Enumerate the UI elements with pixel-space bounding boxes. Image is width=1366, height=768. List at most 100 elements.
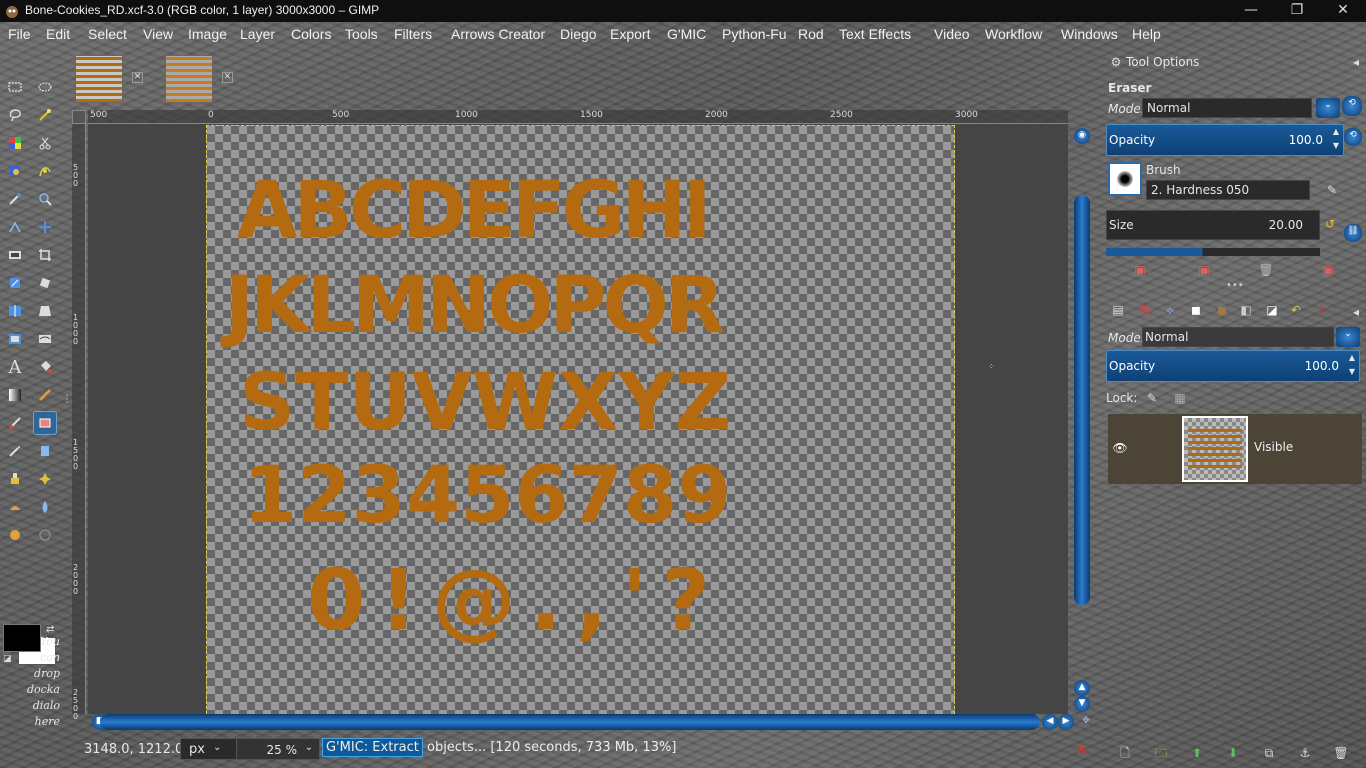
menu-python-fu[interactable]: Python-Fu (722, 26, 787, 42)
heal-icon[interactable] (33, 467, 57, 491)
brush-name-field[interactable]: 2. Hardness 050 (1146, 180, 1310, 200)
menu-file[interactable]: File (8, 26, 31, 42)
layer-thumbnail[interactable] (1182, 416, 1248, 482)
flip-icon[interactable] (3, 299, 27, 323)
dock-grip-icon[interactable]: ••• (1226, 280, 1244, 291)
maximize-button[interactable]: ❐ (1274, 0, 1320, 22)
text-icon[interactable]: A (3, 355, 27, 379)
blur-icon[interactable] (3, 523, 27, 547)
lower-layer-icon[interactable]: ⬇ (1224, 744, 1242, 762)
stepper-down-icon[interactable]: ▼ (1349, 367, 1355, 376)
menu-diego[interactable]: Diego (560, 26, 597, 42)
image-tab-thumbnail[interactable] (165, 55, 213, 103)
chevron-down-icon[interactable]: ⌄ (1336, 327, 1360, 347)
bucket-fill-icon[interactable] (33, 355, 57, 379)
ellipse-select-icon[interactable] (33, 75, 57, 99)
scissors-icon[interactable] (33, 131, 57, 155)
measure-icon[interactable] (3, 215, 27, 239)
menu-rod[interactable]: Rod (798, 26, 824, 42)
menu-export[interactable]: Export (610, 26, 650, 42)
menu-workflow[interactable]: Workflow (985, 26, 1042, 42)
menu-help[interactable]: Help (1132, 26, 1161, 42)
chevron-down-icon[interactable]: ⌄ (1316, 98, 1340, 118)
rect-select-icon[interactable] (3, 75, 27, 99)
menu-colors[interactable]: Colors (291, 26, 331, 42)
link-icon[interactable]: ⛓ (1344, 224, 1362, 242)
raise-layer-icon[interactable]: ⬆ (1188, 744, 1206, 762)
menu-edit[interactable]: Edit (46, 26, 70, 42)
menu-gmic[interactable]: G'MIC (667, 26, 706, 42)
rotate-icon[interactable] (33, 271, 57, 295)
lock-alpha-icon[interactable]: ▦ (1172, 390, 1188, 406)
brushes-tab-icon[interactable]: ◼ (1188, 302, 1204, 318)
menu-windows[interactable]: Windows (1061, 26, 1118, 42)
panel-menu-icon[interactable]: ◂ (1348, 304, 1364, 320)
tool-mode-select[interactable]: Normal (1142, 98, 1312, 118)
tool-opacity-slider[interactable]: Opacity 100.0 ▲ ▼ (1106, 124, 1344, 156)
scroll-up-icon[interactable]: ▲ (1074, 680, 1090, 696)
layer-mode-select[interactable]: Normal (1142, 327, 1334, 347)
menu-filters[interactable]: Filters (394, 26, 432, 42)
zoom-select[interactable]: 25 % ⌄ (236, 738, 320, 760)
undo-history-tab-icon[interactable]: ↶ (1288, 302, 1304, 318)
lasso-icon[interactable] (3, 103, 27, 127)
horizontal-scrollbar[interactable] (100, 714, 1040, 730)
brush-aspect-slider[interactable] (1106, 248, 1320, 256)
paintbrush-icon[interactable] (3, 411, 27, 435)
dodge-burn-icon[interactable] (33, 495, 57, 519)
gradients-tab-icon[interactable]: ◧ (1238, 302, 1254, 318)
select-by-color-icon[interactable] (3, 131, 27, 155)
navigate-icon[interactable]: ◉ (1074, 128, 1090, 144)
clone-icon[interactable] (3, 467, 27, 491)
panel-menu-icon[interactable]: ◂ (1348, 54, 1364, 70)
airbrush-icon[interactable] (3, 439, 27, 463)
toolbox-grip-icon[interactable]: ⋮ (62, 395, 72, 414)
mypaint-brush-icon[interactable] (33, 523, 57, 547)
patterns-tab-icon[interactable]: ◼ (1214, 302, 1230, 318)
restore-options-icon[interactable]: ▣ (1196, 262, 1212, 278)
brush-preview[interactable] (1108, 162, 1142, 196)
image-tab-close-icon[interactable]: ✕ (132, 72, 143, 83)
delete-options-icon[interactable]: 🗑 (1258, 262, 1274, 278)
reset-mode-icon[interactable]: ⟲ (1342, 96, 1362, 116)
error-console-tab-icon[interactable]: ⚠ (1314, 302, 1330, 318)
perspective-icon[interactable] (33, 299, 57, 323)
zoom-fit-icon[interactable]: ✥ (1078, 714, 1094, 730)
fonts-tab-icon[interactable]: ◪ (1264, 302, 1280, 318)
lock-pixels-icon[interactable]: ✎ (1144, 390, 1160, 406)
cancel-operation-icon[interactable]: ✕ (1075, 740, 1088, 759)
warp-transform-icon[interactable] (33, 327, 57, 351)
anchor-layer-icon[interactable]: ⚓ (1296, 744, 1314, 762)
menu-layer[interactable]: Layer (240, 26, 275, 42)
minimize-button[interactable]: — (1228, 0, 1274, 22)
cage-transform-icon[interactable] (3, 327, 27, 351)
duplicate-layer-icon[interactable]: ⧉ (1260, 744, 1278, 762)
ink-icon[interactable] (33, 439, 57, 463)
reset-options-icon[interactable]: ▣ (1320, 262, 1336, 278)
align-icon[interactable] (3, 243, 27, 267)
layer-row[interactable]: 👁 Visible (1108, 414, 1362, 484)
fuzzy-select-icon[interactable] (33, 103, 57, 127)
brush-size-slider[interactable]: Size 20.00 (1106, 210, 1320, 240)
menu-arrows-creator[interactable]: Arrows Creator (451, 26, 545, 42)
smudge-icon[interactable] (3, 495, 27, 519)
paths-tab-icon[interactable]: ⟡ (1162, 302, 1178, 318)
crop-icon[interactable] (33, 243, 57, 267)
stepper-down-icon[interactable]: ▼ (1333, 141, 1339, 150)
image-canvas[interactable]: ABCDEFGHI JKLMNOPQR STUVWXYZ 123456789 0… (206, 125, 955, 714)
vertical-scrollbar[interactable] (1074, 195, 1090, 605)
zoom-icon[interactable] (33, 187, 57, 211)
menu-text-effects[interactable]: Text Effects (839, 26, 911, 42)
image-tab-close-icon[interactable]: ✕ (222, 72, 233, 83)
close-button[interactable]: ✕ (1320, 0, 1366, 22)
edit-brush-icon[interactable]: ✎ (1324, 182, 1340, 198)
save-options-icon[interactable]: ▣ (1132, 262, 1148, 278)
gradient-icon[interactable] (3, 383, 27, 407)
new-layer-group-icon[interactable]: 🗀 (1152, 744, 1170, 762)
color-picker-icon[interactable] (3, 187, 27, 211)
eye-icon[interactable]: 👁 (1112, 440, 1128, 456)
delete-layer-icon[interactable]: 🗑 (1332, 744, 1350, 762)
new-layer-icon[interactable]: 🗋 (1116, 744, 1134, 762)
ruler-corner[interactable] (72, 110, 86, 124)
menu-video[interactable]: Video (934, 26, 970, 42)
